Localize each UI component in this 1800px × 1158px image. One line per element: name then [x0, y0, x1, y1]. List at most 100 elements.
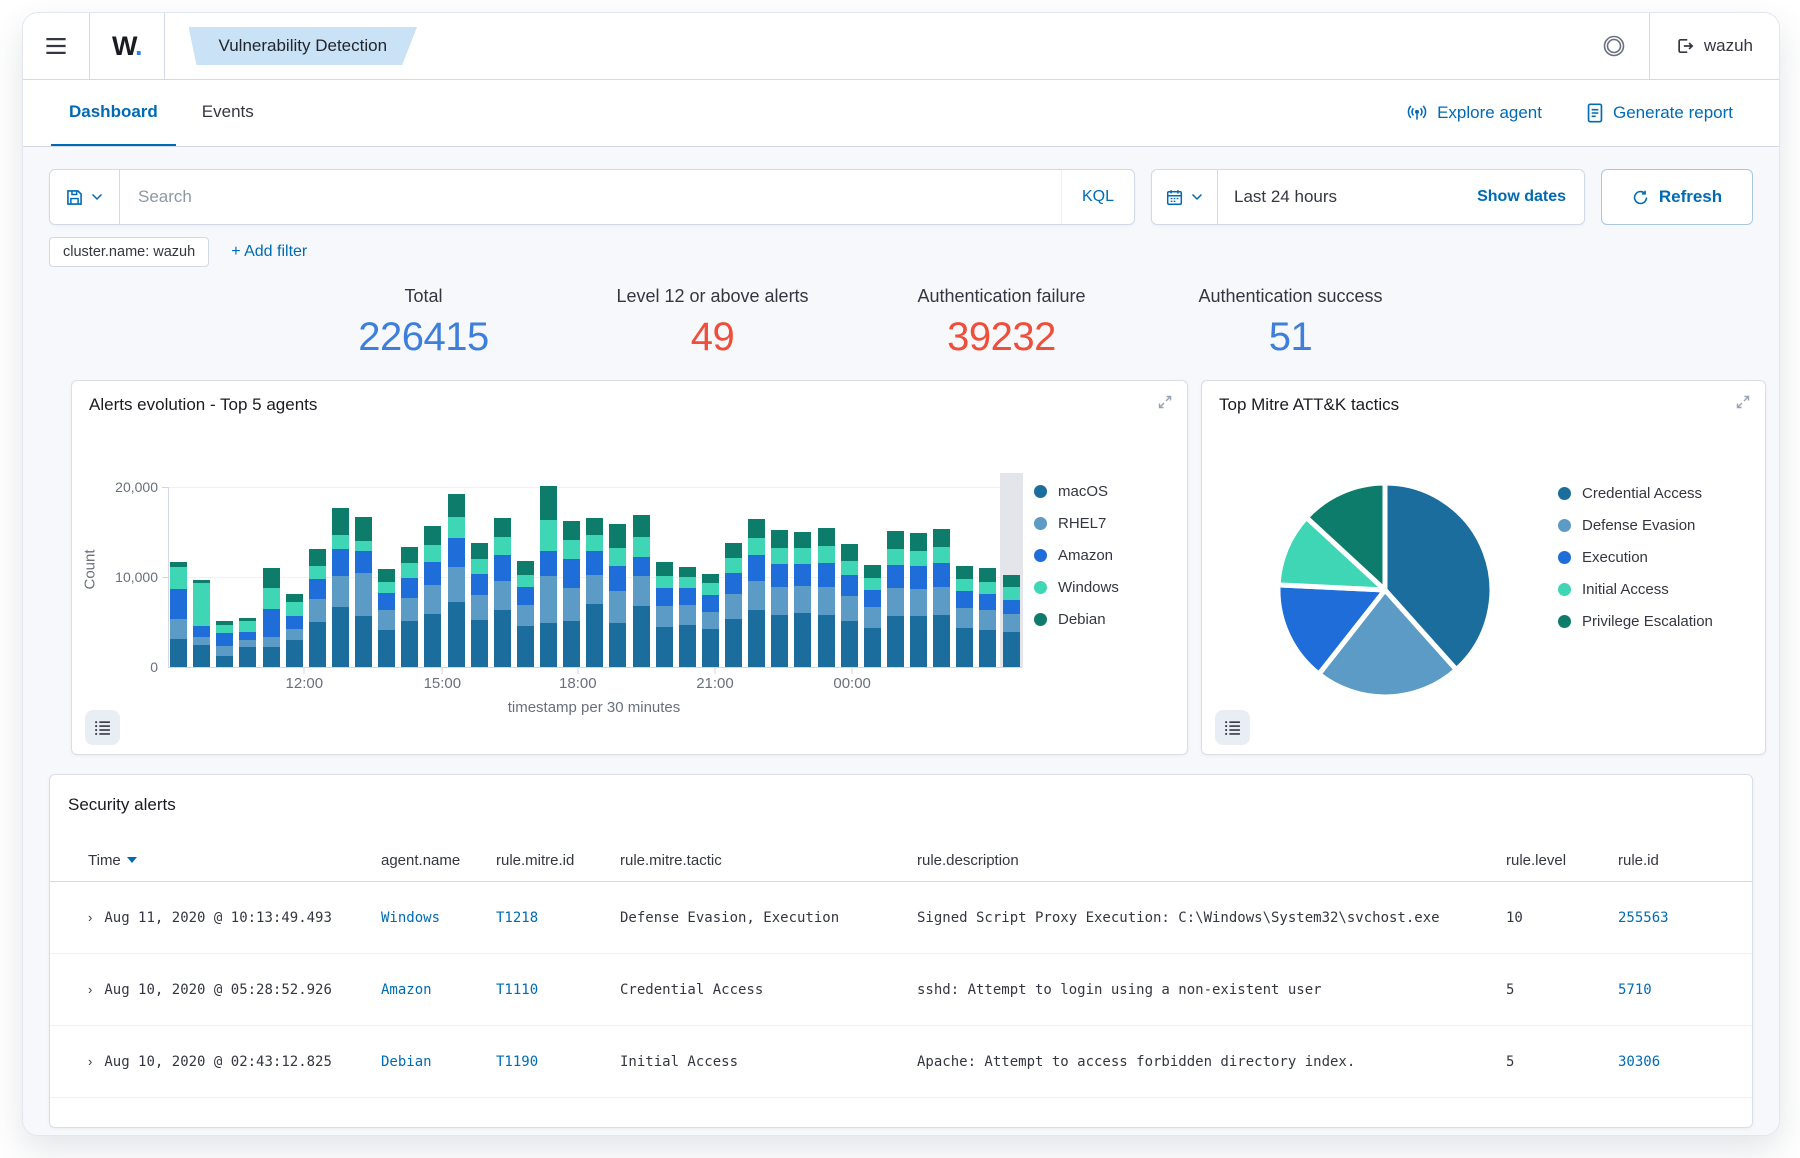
- rule-id-link[interactable]: 5710: [1618, 982, 1752, 998]
- tab-events[interactable]: Events: [184, 80, 272, 146]
- mitre-id-link[interactable]: T1190: [496, 1054, 620, 1070]
- agent-name-link[interactable]: Debian: [381, 1054, 496, 1070]
- legend-toggle-button[interactable]: [1215, 710, 1250, 745]
- bar[interactable]: [448, 494, 465, 667]
- bar[interactable]: [494, 518, 511, 667]
- bar[interactable]: [818, 528, 835, 667]
- bar[interactable]: [424, 526, 441, 667]
- column-rule-id[interactable]: rule.id: [1618, 852, 1752, 869]
- explore-agent-button[interactable]: Explore agent: [1406, 103, 1542, 123]
- bar[interactable]: [956, 566, 973, 667]
- bar[interactable]: [263, 568, 280, 667]
- bar[interactable]: [563, 521, 580, 667]
- bar[interactable]: [216, 621, 233, 667]
- bar[interactable]: [586, 518, 603, 667]
- bar[interactable]: [239, 618, 256, 667]
- bar[interactable]: [864, 565, 881, 667]
- agent-name-link[interactable]: Windows: [381, 910, 496, 926]
- legend-item[interactable]: Amazon: [1034, 547, 1119, 564]
- bar[interactable]: [540, 486, 557, 667]
- wazuh-logo[interactable]: W.: [90, 13, 164, 79]
- logout-button[interactable]: wazuh: [1650, 36, 1779, 56]
- bar[interactable]: [910, 533, 927, 667]
- legend-item[interactable]: RHEL7: [1034, 515, 1119, 532]
- rule-id-link[interactable]: 30306: [1618, 1054, 1752, 1070]
- column-rule-description[interactable]: rule.description: [917, 852, 1506, 869]
- stats-row: Total 226415 Level 12 or above alerts 49…: [279, 276, 1753, 366]
- filter-chip[interactable]: cluster.name: wazuh: [49, 237, 209, 267]
- legend-item[interactable]: Privilege Escalation: [1558, 613, 1713, 630]
- rule-id-link[interactable]: 255563: [1618, 910, 1752, 926]
- bar[interactable]: [401, 547, 418, 667]
- bar[interactable]: [170, 562, 187, 667]
- bar[interactable]: [841, 544, 858, 667]
- legend-toggle-button[interactable]: [85, 710, 120, 745]
- table-row[interactable]: ›Aug 11, 2020 @ 10:13:49.493WindowsT1218…: [50, 882, 1752, 954]
- add-filter-button[interactable]: + Add filter: [231, 243, 307, 261]
- bar[interactable]: [933, 529, 950, 667]
- menu-button[interactable]: [23, 13, 89, 79]
- expand-icon[interactable]: [1735, 394, 1751, 410]
- bar-segment: [771, 530, 788, 548]
- bar[interactable]: [332, 508, 349, 667]
- pie-chart[interactable]: [1264, 469, 1506, 711]
- time-range-value[interactable]: Last 24 hours: [1218, 187, 1459, 207]
- column-rule-level[interactable]: rule.level: [1506, 852, 1618, 869]
- bar-segment: [679, 577, 696, 588]
- bar-segment: [216, 656, 233, 667]
- table-row[interactable]: ›Aug 10, 2020 @ 05:28:52.926AmazonT1110C…: [50, 954, 1752, 1026]
- legend-item[interactable]: Execution: [1558, 549, 1713, 566]
- bar[interactable]: [679, 567, 696, 667]
- bar[interactable]: [355, 517, 372, 667]
- bar[interactable]: [702, 574, 719, 667]
- legend-item[interactable]: Initial Access: [1558, 581, 1713, 598]
- bar[interactable]: [517, 561, 534, 667]
- bar[interactable]: [656, 562, 673, 667]
- refresh-button[interactable]: Refresh: [1601, 169, 1753, 225]
- column-rule-mitre-tactic[interactable]: rule.mitre.tactic: [620, 852, 917, 869]
- column-rule-mitre-id[interactable]: rule.mitre.id: [496, 852, 620, 869]
- expand-row-icon[interactable]: ›: [88, 1054, 92, 1069]
- legend-item[interactable]: Credential Access: [1558, 485, 1713, 502]
- show-dates-button[interactable]: Show dates: [1459, 188, 1584, 206]
- bar[interactable]: [193, 580, 210, 667]
- bar[interactable]: [633, 515, 650, 667]
- bar-segment: [378, 630, 395, 667]
- saved-queries-button[interactable]: [50, 170, 120, 224]
- breadcrumb[interactable]: Vulnerability Detection: [189, 27, 418, 65]
- bar-segment: [355, 517, 372, 541]
- expand-icon[interactable]: [1157, 394, 1173, 410]
- bar[interactable]: [286, 594, 303, 667]
- expand-row-icon[interactable]: ›: [88, 982, 92, 997]
- bar[interactable]: [887, 531, 904, 667]
- bar[interactable]: [748, 519, 765, 667]
- agent-name-link[interactable]: Amazon: [381, 982, 496, 998]
- tab-dashboard[interactable]: Dashboard: [51, 80, 176, 146]
- legend-item[interactable]: Defense Evasion: [1558, 517, 1713, 534]
- kql-button[interactable]: KQL: [1061, 170, 1134, 224]
- legend-item[interactable]: macOS: [1034, 483, 1119, 500]
- mitre-id-link[interactable]: T1218: [496, 910, 620, 926]
- bar[interactable]: [979, 568, 996, 667]
- bar-segment: [471, 574, 488, 595]
- theme-button[interactable]: [1579, 13, 1649, 79]
- search-input[interactable]: Search: [120, 187, 1061, 207]
- column-agent-name[interactable]: agent.name: [381, 852, 496, 869]
- bar[interactable]: [471, 543, 488, 667]
- bar[interactable]: [1003, 575, 1020, 667]
- expand-row-icon[interactable]: ›: [88, 910, 92, 925]
- legend-item[interactable]: Debian: [1034, 611, 1119, 628]
- column-time[interactable]: Time: [88, 852, 381, 869]
- bar[interactable]: [309, 549, 326, 667]
- calendar-button[interactable]: [1152, 170, 1218, 224]
- bar-segment: [864, 565, 881, 578]
- table-row[interactable]: ›Aug 10, 2020 @ 02:43:12.825DebianT1190I…: [50, 1026, 1752, 1098]
- bar[interactable]: [378, 569, 395, 667]
- legend-item[interactable]: Windows: [1034, 579, 1119, 596]
- bar[interactable]: [609, 524, 626, 667]
- bar[interactable]: [794, 532, 811, 667]
- bar[interactable]: [725, 543, 742, 667]
- mitre-id-link[interactable]: T1110: [496, 982, 620, 998]
- generate-report-button[interactable]: Generate report: [1586, 103, 1733, 123]
- bar[interactable]: [771, 530, 788, 667]
